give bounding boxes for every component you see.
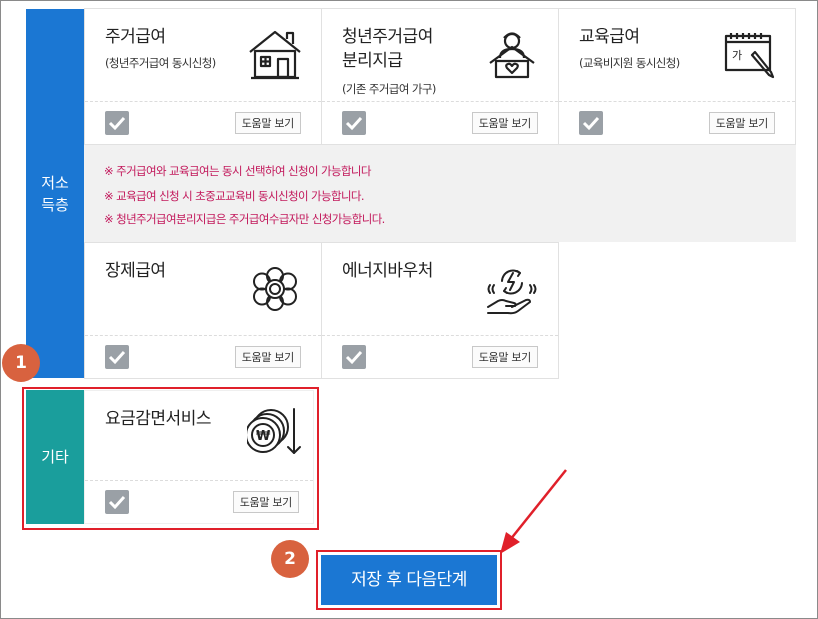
card-divider	[85, 335, 321, 336]
help-button[interactable]: 도움말 보기	[471, 112, 538, 134]
benefit-card-energy-voucher[interactable]: 에너지바우처 도움말 보기	[321, 242, 559, 379]
youth-house-icon	[489, 32, 535, 79]
help-button[interactable]: 도움말 보기	[471, 346, 538, 368]
notebook-pencil-icon: 가	[724, 33, 775, 79]
step-badge-1: 1	[2, 344, 40, 382]
card-divider	[85, 101, 321, 102]
card-subtitle: (교육비지원 동시신청)	[579, 56, 680, 70]
notice-line: ※ 청년주거급여분리지급은 주거급여수급자만 신청가능합니다.	[104, 212, 385, 226]
svg-text:가: 가	[732, 49, 742, 62]
card-divider	[322, 335, 558, 336]
benefit-card-education[interactable]: 교육급여 (교육비지원 동시신청) 가 도움말 보기	[558, 8, 796, 145]
save-next-button[interactable]: 저장 후 다음단계	[321, 555, 497, 605]
card-subtitle: (기존 주거급여 가구)	[342, 82, 436, 96]
card-subtitle: (청년주거급여 동시신청)	[105, 56, 216, 70]
card-title: 에너지바우처	[342, 261, 433, 281]
checkmark-icon	[345, 116, 363, 131]
benefit-card-youth-housing[interactable]: 청년주거급여 분리지급 (기존 주거급여 가구) 도움말 보기	[321, 8, 559, 145]
notice-line: ※ 주거급여와 교육급여는 동시 선택하여 신청이 가능합니다	[104, 164, 371, 178]
card-divider	[559, 101, 795, 102]
checkmark-icon	[108, 350, 126, 365]
checkmark-icon	[108, 116, 126, 131]
house-icon	[249, 30, 301, 80]
benefit-card-housing[interactable]: 주거급여 (청년주거급여 동시신청) 도움말 보기	[84, 8, 322, 145]
card-title: 청년주거급여 분리지급	[342, 27, 433, 71]
card-title: 주거급여	[105, 27, 166, 47]
card-divider	[322, 101, 558, 102]
card-title: 장제급여	[105, 261, 166, 281]
help-button[interactable]: 도움말 보기	[234, 112, 301, 134]
help-button[interactable]: 도움말 보기	[234, 346, 301, 368]
annotation-arrow-icon	[500, 469, 567, 554]
checkbox-youth-housing[interactable]	[342, 111, 366, 135]
checkmark-icon	[582, 116, 600, 131]
checkmark-icon	[345, 350, 363, 365]
group-label-low-income-text: 저소 득층	[41, 173, 69, 214]
notice-line: ※ 교육급여 신청 시 초중교교육비 동시신청이 가능합니다.	[104, 189, 365, 203]
notice-box: ※ 주거급여와 교육급여는 동시 선택하여 신청이 가능합니다 ※ 교육급여 신…	[84, 145, 796, 242]
checkbox-housing[interactable]	[105, 111, 129, 135]
checkbox-education[interactable]	[579, 111, 603, 135]
checkbox-energy-voucher[interactable]	[342, 345, 366, 369]
energy-hand-icon	[487, 269, 537, 315]
group-label-low-income: 저소 득층	[26, 9, 84, 378]
step-badge-2: 2	[271, 540, 309, 578]
benefit-card-funeral[interactable]: 장제급여 도움말 보기	[84, 242, 322, 379]
flower-icon	[253, 267, 297, 311]
highlight-box-other	[22, 387, 319, 530]
help-button[interactable]: 도움말 보기	[708, 112, 775, 134]
card-title: 교육급여	[579, 27, 640, 47]
checkbox-funeral[interactable]	[105, 345, 129, 369]
